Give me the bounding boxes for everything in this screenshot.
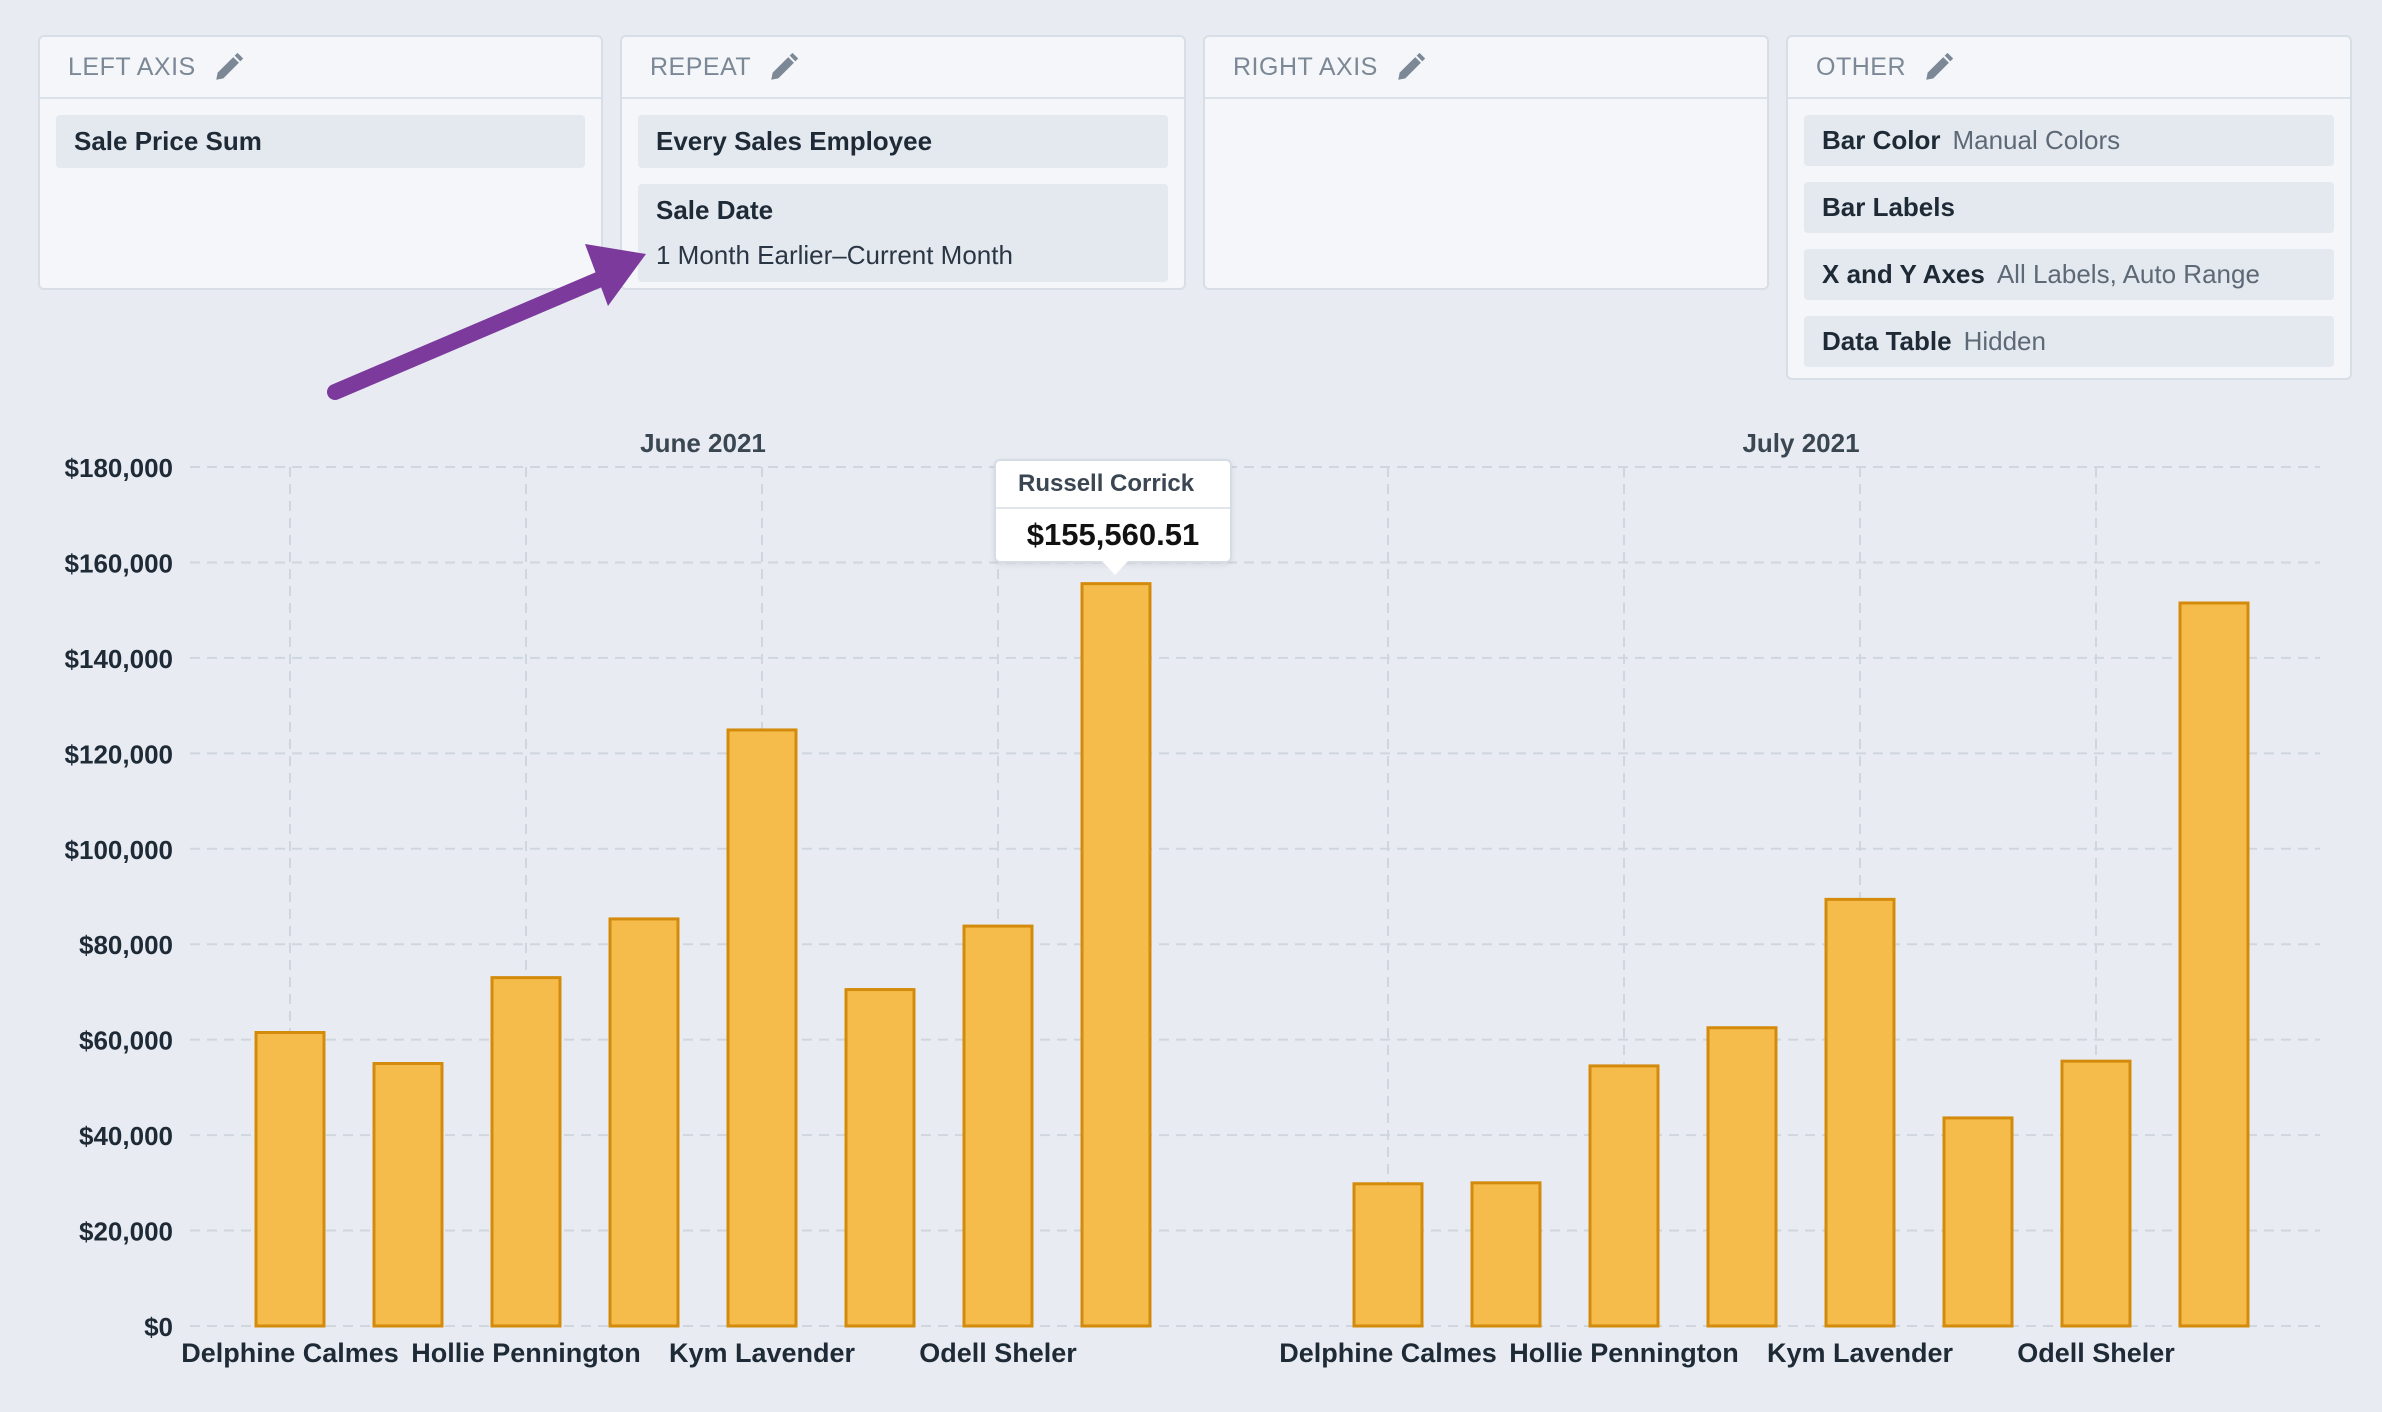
facet-title: July 2021 [1742,428,1859,458]
x-tick-label: Odell Sheler [919,1338,1077,1368]
bar [254,1031,326,1328]
bar [1352,1182,1424,1328]
bar [490,976,562,1328]
bar [962,924,1034,1328]
y-tick-label: $120,000 [65,739,173,769]
bar [726,728,798,1328]
x-tick-label: Hollie Pennington [411,1338,641,1368]
y-tick-label: $60,000 [79,1026,173,1056]
x-tick-label: Kym Lavender [669,1338,856,1368]
bar [372,1062,444,1328]
bar-tooltip: Russell Corrick $155,560.51 [994,459,1232,575]
bar [1080,582,1152,1328]
bar [1588,1064,1660,1328]
x-tick-label: Delphine Calmes [1279,1338,1497,1368]
y-tick-label: $100,000 [65,835,173,865]
y-tick-label: $160,000 [65,548,173,578]
y-tick-label: $140,000 [65,644,173,674]
y-tick-label: $40,000 [79,1121,173,1151]
tooltip-caret [1102,561,1128,575]
bar [1706,1026,1778,1328]
tooltip-name: Russell Corrick [996,461,1230,509]
y-tick-label: $0 [144,1312,173,1342]
bar [844,988,916,1328]
x-tick-label: Delphine Calmes [181,1338,399,1368]
x-tick-label: Hollie Pennington [1509,1338,1739,1368]
bar [608,917,680,1328]
bar-chart: $0 $20,000 $40,000 $60,000 $80,000 $100,000 $1… [65,428,2320,1368]
x-tick-label: Kym Lavender [1767,1338,1954,1368]
bar [1470,1181,1542,1328]
bar [2060,1059,2132,1328]
x-tick-label: Odell Sheler [2017,1338,2175,1368]
bar [1824,897,1896,1328]
y-tick-label: $180,000 [65,453,173,483]
facet-title: June 2021 [640,428,766,458]
tooltip-value: $155,560.51 [1026,517,1200,552]
bar [2178,601,2250,1328]
bar [1942,1116,2014,1328]
y-tick-label: $80,000 [79,930,173,960]
y-tick-label: $20,000 [79,1217,173,1247]
